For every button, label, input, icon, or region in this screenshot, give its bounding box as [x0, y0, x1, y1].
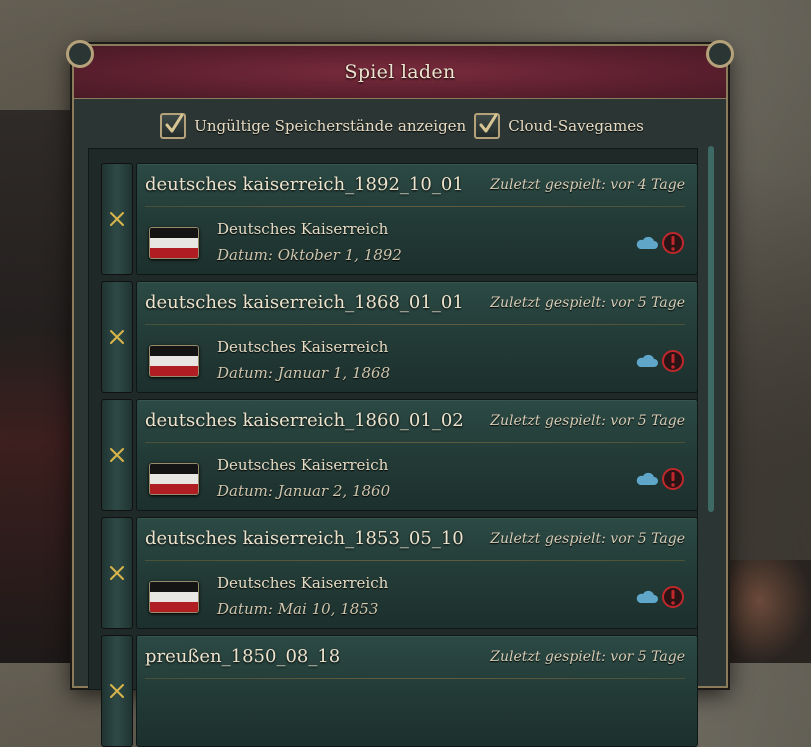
savegame-card[interactable]: deutsches kaiserreich_1892_10_01 Zuletzt…	[136, 163, 698, 275]
last-played: Zuletzt gespielt: vor 5 Tage	[490, 413, 685, 429]
country-flag-icon	[149, 227, 199, 259]
savegame-row: deutsches kaiserreich_1853_05_10 Zuletzt…	[101, 517, 699, 629]
list-scrollbar[interactable]	[708, 146, 714, 512]
savegame-row: deutsches kaiserreich_1892_10_01 Zuletzt…	[101, 163, 699, 275]
country-name: Deutsches Kaiserreich	[217, 338, 389, 356]
save-status	[635, 467, 685, 491]
savegame-card[interactable]: deutsches kaiserreich_1868_01_01 Zuletzt…	[136, 281, 698, 393]
show-invalid-saves-toggle[interactable]: Ungültige Speicherstände anzeigen	[160, 113, 466, 139]
savegame-row: deutsches kaiserreich_1868_01_01 Zuletzt…	[101, 281, 699, 393]
divider	[145, 560, 685, 561]
cloud-icon	[636, 354, 658, 367]
divider	[145, 678, 685, 679]
save-date: Datum: Januar 1, 1868	[217, 364, 391, 382]
country-flag-icon	[149, 581, 199, 613]
delete-save-button[interactable]	[101, 399, 133, 511]
save-status	[635, 349, 685, 373]
show-invalid-saves-label: Ungültige Speicherstände anzeigen	[194, 117, 467, 135]
savegame-card[interactable]: preußen_1850_08_18 Zuletzt gespielt: vor…	[136, 635, 698, 747]
window-corner-ornament	[66, 40, 94, 68]
save-status	[635, 585, 685, 609]
cloud-icon	[636, 472, 658, 485]
country-flag-icon	[149, 463, 199, 495]
country-name: Deutsches Kaiserreich	[217, 220, 389, 238]
window-title: Spiel laden	[344, 61, 456, 83]
warning-icon	[662, 350, 684, 372]
save-name: deutsches kaiserreich_1868_01_01	[145, 292, 464, 313]
divider	[145, 206, 685, 207]
warning-icon	[662, 232, 684, 254]
save-name: deutsches kaiserreich_1860_01_02	[145, 410, 464, 431]
checkbox-checked-icon[interactable]	[474, 113, 501, 139]
last-played: Zuletzt gespielt: vor 5 Tage	[490, 295, 685, 311]
delete-save-button[interactable]	[101, 635, 133, 747]
warning-icon	[662, 468, 684, 490]
save-date: Datum: Oktober 1, 1892	[217, 246, 402, 264]
close-icon	[110, 566, 124, 580]
load-game-window: Spiel laden Ungültige Speicherstände anz…	[66, 40, 734, 747]
savegame-row: preußen_1850_08_18 Zuletzt gespielt: vor…	[101, 635, 699, 747]
divider	[145, 442, 685, 443]
close-icon	[110, 212, 124, 226]
close-icon	[110, 448, 124, 462]
cloud-savegames-toggle[interactable]: Cloud-Savegames	[474, 113, 644, 139]
cloud-icon	[636, 590, 658, 603]
save-name: preußen_1850_08_18	[145, 646, 341, 667]
background-figure-left	[0, 110, 75, 663]
warning-icon	[662, 586, 684, 608]
savegame-card[interactable]: deutsches kaiserreich_1860_01_02 Zuletzt…	[136, 399, 698, 511]
checkbox-checked-icon[interactable]	[160, 113, 187, 139]
save-date: Datum: Januar 2, 1860	[217, 482, 391, 500]
save-name: deutsches kaiserreich_1892_10_01	[145, 174, 464, 195]
window-titlebar: Spiel laden	[74, 46, 726, 99]
delete-save-button[interactable]	[101, 163, 133, 275]
cloud-savegames-label: Cloud-Savegames	[508, 117, 644, 135]
save-status	[635, 231, 685, 255]
delete-save-button[interactable]	[101, 281, 133, 393]
delete-save-button[interactable]	[101, 517, 133, 629]
country-name: Deutsches Kaiserreich	[217, 456, 389, 474]
savegame-list[interactable]: deutsches kaiserreich_1892_10_01 Zuletzt…	[88, 148, 699, 747]
last-played: Zuletzt gespielt: vor 4 Tage	[490, 177, 685, 193]
close-icon	[110, 684, 124, 698]
save-name: deutsches kaiserreich_1853_05_10	[145, 528, 464, 549]
background-figure-right	[725, 560, 811, 663]
country-flag-icon	[149, 345, 199, 377]
close-icon	[110, 330, 124, 344]
savegame-card[interactable]: deutsches kaiserreich_1853_05_10 Zuletzt…	[136, 517, 698, 629]
window-corner-ornament	[706, 40, 734, 68]
save-date: Datum: Mai 10, 1853	[217, 600, 379, 618]
cloud-icon	[636, 236, 658, 249]
savegame-row: deutsches kaiserreich_1860_01_02 Zuletzt…	[101, 399, 699, 511]
last-played: Zuletzt gespielt: vor 5 Tage	[490, 531, 685, 547]
country-name: Deutsches Kaiserreich	[217, 574, 389, 592]
divider	[145, 324, 685, 325]
filter-bar: Ungültige Speicherstände anzeigen Cloud-…	[74, 99, 726, 153]
